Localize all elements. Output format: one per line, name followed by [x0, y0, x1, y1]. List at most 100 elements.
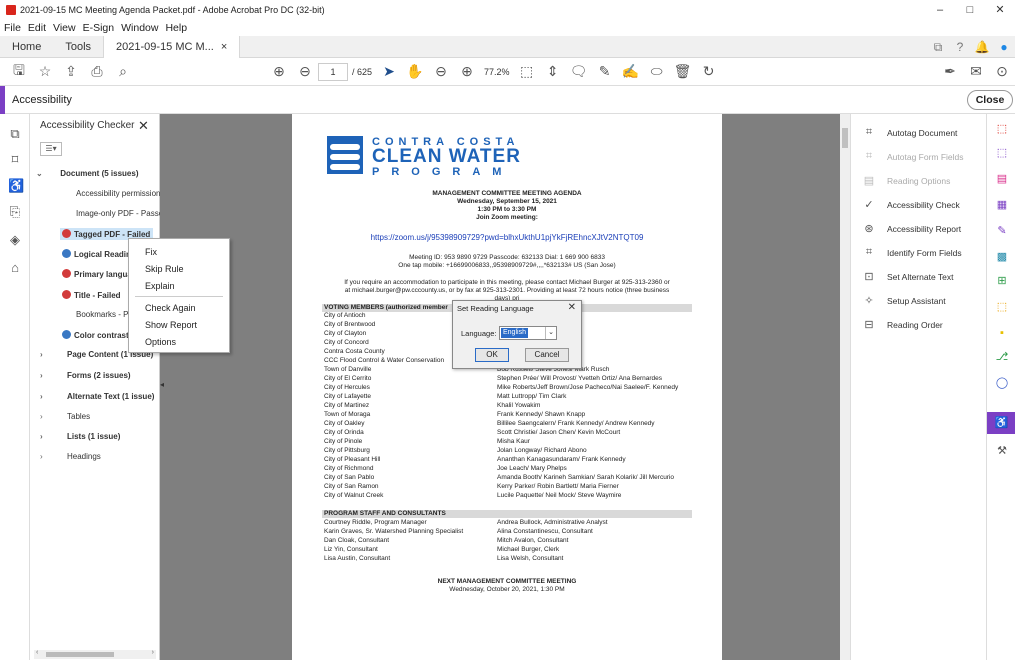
zoom-level-select[interactable]: 77.2%	[484, 67, 510, 77]
accessibility-icon[interactable]: ♿	[8, 178, 24, 194]
create-pdf-icon[interactable]: ⬚	[995, 146, 1009, 160]
tree-item-alternate-text[interactable]: › Alternate Text (1 issue)	[40, 392, 154, 401]
compare-icon[interactable]: ⎇	[995, 350, 1009, 364]
scroll-mode-icon[interactable]: ⇕	[540, 63, 566, 80]
search-icon[interactable]: ⌕	[110, 63, 136, 80]
tree-item-accessibility-permission[interactable]: Accessibility permission fl	[76, 189, 167, 198]
email-icon[interactable]: ✉	[963, 63, 989, 80]
zoom-link[interactable]: https://zoom.us/j/95398909729?pwd=blhxUk…	[292, 234, 722, 242]
expand-arrow-icon[interactable]: ›	[40, 392, 52, 401]
tree-item-forms[interactable]: › Forms (2 issues)	[40, 371, 131, 380]
user-avatar[interactable]: ●	[993, 40, 1015, 54]
notification-bell-icon[interactable]: 🔔	[971, 40, 993, 54]
tab-home[interactable]: Home	[0, 36, 53, 58]
zoom-in-icon[interactable]: ⊕	[454, 63, 480, 80]
stamp-tool-icon[interactable]: ▪	[995, 326, 1009, 340]
tree-item-document[interactable]: ⌄ Document (5 issues)	[36, 169, 138, 178]
organize-pages-icon[interactable]: ▤	[995, 172, 1009, 186]
menu-window[interactable]: Window	[121, 22, 158, 34]
page-thumbnails-icon[interactable]: ⧉	[8, 126, 22, 142]
tree-item-image-only-pdf[interactable]: Image-only PDF - Passed	[76, 209, 168, 218]
tree-item-title[interactable]: Title - Failed	[62, 290, 121, 300]
expand-arrow-icon[interactable]: ›	[40, 432, 52, 441]
print-icon[interactable]: ⎙	[84, 63, 110, 80]
more-tools-rail-icon[interactable]: ⚒	[995, 444, 1009, 458]
comment-icon[interactable]: 🗨	[566, 63, 592, 80]
share-screen-icon[interactable]: ⧉	[927, 40, 949, 55]
tree-item-color-contrast[interactable]: Color contrast - I	[62, 330, 138, 340]
scroll-left-icon[interactable]: ‹	[36, 649, 38, 656]
scrollbar-thumb[interactable]	[46, 652, 114, 657]
delete-icon[interactable]: 🗑	[670, 63, 696, 80]
tree-item-headings[interactable]: › Headings	[40, 452, 101, 461]
scan-ocr-icon[interactable]: ▩	[995, 250, 1009, 264]
menu-edit[interactable]: Edit	[28, 22, 46, 34]
highlight-pen-icon[interactable]: ✎	[592, 63, 618, 80]
protect-icon[interactable]: ◯	[995, 376, 1009, 390]
menu-skip-rule[interactable]: Skip Rule	[145, 264, 184, 274]
menu-show-report[interactable]: Show Report	[145, 320, 197, 330]
tool-accessibility-check[interactable]: ✓ Accessibility Check	[861, 198, 959, 211]
hand-tool-icon[interactable]: ✋	[402, 63, 428, 80]
next-page-icon[interactable]: ⊖	[292, 63, 318, 80]
stamp-icon[interactable]: ⬭	[644, 63, 670, 80]
help-icon[interactable]: ?	[949, 40, 971, 54]
close-accessibility-button[interactable]: Close	[967, 90, 1013, 110]
attachments-icon[interactable]: ⎘	[8, 204, 22, 220]
menu-file[interactable]: File	[4, 22, 21, 34]
expand-arrow-icon[interactable]: ›	[40, 350, 52, 359]
cancel-button[interactable]: Cancel	[525, 348, 569, 362]
tool-accessibility-report[interactable]: ⊛ Accessibility Report	[861, 222, 961, 235]
expand-arrow-icon[interactable]: ›	[40, 452, 52, 461]
expand-arrow-icon[interactable]: ⌄	[36, 169, 48, 178]
edit-pdf-icon[interactable]: ▦	[995, 198, 1009, 212]
compress-icon[interactable]: ⊞	[995, 274, 1009, 288]
minimize-button[interactable]: –	[925, 0, 955, 20]
tool-autotag-document[interactable]: ⌗ Autotag Document	[861, 126, 958, 139]
sign-icon[interactable]: ✒	[937, 63, 963, 80]
draw-icon[interactable]: ✍	[618, 63, 644, 80]
tab-document[interactable]: 2021-09-15 MC M... ×	[103, 35, 241, 58]
menu-esign[interactable]: E-Sign	[83, 22, 115, 34]
previous-page-icon[interactable]: ⊕	[266, 63, 292, 80]
menu-check-again[interactable]: Check Again	[145, 303, 196, 313]
menu-fix[interactable]: Fix	[145, 247, 157, 257]
accommodation-email-link[interactable]: michael.burger@pw.cccounty.us	[352, 287, 445, 294]
fill-sign-icon[interactable]: ✎	[995, 224, 1009, 238]
tab-tools[interactable]: Tools	[53, 36, 103, 58]
tags-icon[interactable]: ⌂	[8, 260, 22, 275]
checker-options-icon[interactable]: ☰▾	[40, 142, 62, 156]
tree-item-tables[interactable]: › Tables	[40, 412, 90, 421]
scrollbar-thumb[interactable]	[842, 128, 848, 148]
collapse-left-panel-icon[interactable]: ◂	[160, 380, 164, 389]
upload-icon[interactable]: ⇪	[58, 63, 84, 80]
scroll-right-icon[interactable]: ›	[152, 649, 154, 656]
tab-close-icon[interactable]: ×	[221, 41, 227, 53]
page-number-input[interactable]: 1	[318, 62, 348, 81]
chevron-down-icon[interactable]: ⌄	[545, 327, 556, 339]
language-select[interactable]: English ⌄	[499, 326, 557, 340]
save-icon[interactable]: 🖫	[6, 60, 32, 84]
zoom-out-icon[interactable]: ⊖	[428, 63, 454, 80]
window-close-button[interactable]: ✕	[985, 0, 1015, 20]
expand-arrow-icon[interactable]: ›	[40, 371, 52, 380]
menu-options[interactable]: Options	[145, 337, 176, 347]
maximize-button[interactable]: □	[955, 0, 985, 20]
more-tools-icon[interactable]: ⊙	[989, 63, 1015, 80]
layers-icon[interactable]: ◈	[8, 232, 22, 248]
tool-identify-form-fields[interactable]: ⌗ Identify Form Fields	[861, 246, 962, 259]
comment-tool-icon[interactable]: ⬚	[995, 300, 1009, 314]
tool-set-alternate-text[interactable]: ⊡ Set Alternate Text	[861, 270, 953, 283]
menu-help[interactable]: Help	[165, 22, 187, 34]
accessibility-tool-icon[interactable]: ♿	[987, 412, 1015, 434]
page-fit-icon[interactable]: ⬚	[514, 63, 540, 80]
tool-reading-order[interactable]: ⊟ Reading Order	[861, 318, 942, 331]
checker-close-icon[interactable]: ✕	[138, 118, 149, 134]
expand-arrow-icon[interactable]: ›	[40, 412, 52, 421]
menu-explain[interactable]: Explain	[145, 281, 175, 291]
bookmark-star-icon[interactable]: ☆	[32, 63, 58, 80]
tree-item-lists[interactable]: › Lists (1 issue)	[40, 432, 120, 441]
horizontal-scrollbar[interactable]: ‹ ›	[34, 649, 156, 659]
menu-view[interactable]: View	[53, 22, 76, 34]
ok-button[interactable]: OK	[475, 348, 509, 362]
